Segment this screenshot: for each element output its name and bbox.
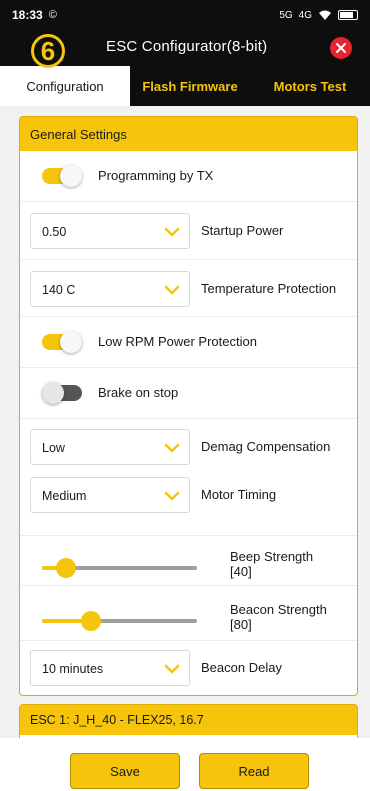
beep-strength-value: [40] [230, 564, 252, 579]
tab-bar: Configuration Flash Firmware Motors Test [0, 66, 370, 106]
brake-on-stop-label: Brake on stop [98, 385, 179, 400]
battery-icon [338, 10, 358, 20]
status-icons: 5G 4G [279, 10, 358, 21]
alarm-icon: © [48, 9, 57, 21]
beacon-strength-slider[interactable] [42, 611, 197, 631]
tab-motors-test[interactable]: Motors Test [250, 66, 370, 106]
demag-compensation-label: Demag Compensation [201, 439, 331, 454]
beacon-delay-select[interactable]: 10 minutes [30, 650, 190, 686]
chevron-down-icon [164, 227, 180, 237]
beacon-strength-label-group: Beacon Strength [80] [230, 602, 327, 632]
temperature-protection-select[interactable]: 140 C [30, 271, 190, 307]
save-button[interactable]: Save [70, 753, 180, 789]
low-rpm-row: Low RPM Power Protection [20, 316, 357, 367]
beacon-strength-label: Beacon Strength [230, 602, 327, 617]
content-area[interactable]: General Settings Programming by TX 0.50 … [0, 106, 370, 738]
demag-compensation-value: Low [42, 441, 65, 455]
motor-timing-label: Motor Timing [201, 487, 277, 502]
temperature-protection-row: 140 C Temperature Protection [20, 259, 357, 316]
status-time: 18:33 [12, 8, 43, 22]
beacon-delay-row: 10 minutes Beacon Delay [20, 640, 357, 695]
motor-timing-select[interactable]: Medium [30, 477, 190, 513]
general-settings-title: General Settings [20, 117, 357, 151]
beep-strength-label: Beep Strength [230, 549, 314, 564]
beacon-delay-value: 10 minutes [42, 662, 104, 676]
programming-by-tx-row: Programming by TX [20, 151, 357, 201]
startup-power-value: 0.50 [42, 225, 67, 239]
bottom-action-bar: Save Read [0, 738, 370, 791]
plug-off-icon [336, 43, 346, 53]
beacon-strength-row: Beacon Strength [80] [20, 585, 357, 640]
wifi-icon [319, 10, 331, 20]
app-title: ESC Configurator(8-bit) [106, 38, 268, 55]
demag-compensation-select[interactable]: Low [30, 429, 190, 465]
general-settings-panel: General Settings Programming by TX 0.50 … [19, 116, 358, 696]
tab-flash-firmware[interactable]: Flash Firmware [130, 66, 250, 106]
beep-strength-row: Beep Strength [40] [20, 535, 357, 585]
brake-on-stop-toggle[interactable] [42, 382, 82, 404]
beep-strength-label-group: Beep Strength [40] [230, 549, 313, 579]
beep-strength-slider[interactable] [42, 558, 197, 578]
low-rpm-toggle[interactable] [42, 331, 82, 353]
title-bar: 6 ESC Configurator(8-bit) [0, 30, 370, 68]
temperature-protection-value: 140 C [42, 283, 76, 297]
chevron-down-icon [164, 664, 180, 674]
beacon-strength-thumb[interactable] [80, 611, 101, 631]
startup-power-label: Startup Power [201, 223, 284, 238]
low-rpm-label: Low RPM Power Protection [98, 334, 257, 349]
network-5g-label: 5G [279, 9, 293, 21]
esc1-title: ESC 1: J_H_40 - FLEX25, 16.7 [20, 705, 357, 735]
programming-by-tx-toggle[interactable] [42, 165, 82, 187]
chevron-down-icon [164, 443, 180, 453]
temperature-protection-label: Temperature Protection [201, 281, 337, 296]
programming-by-tx-label: Programming by TX [98, 168, 214, 183]
brake-on-stop-row: Brake on stop [20, 367, 357, 418]
beacon-strength-value: [80] [230, 617, 252, 632]
chevron-down-icon [164, 285, 180, 295]
status-bar: 18:33 © 5G 4G [0, 0, 370, 30]
esc1-panel: ESC 1: J_H_40 - FLEX25, 16.7 [19, 704, 358, 738]
startup-power-select[interactable]: 0.50 [30, 213, 190, 249]
motor-timing-row: Medium Motor Timing [20, 475, 357, 527]
network-4g-label: 4G [298, 9, 312, 21]
step-badge: 6 [31, 34, 65, 68]
demag-compensation-row: Low Demag Compensation [20, 418, 357, 475]
chevron-down-icon [164, 491, 180, 501]
beep-strength-thumb[interactable] [56, 558, 77, 578]
startup-power-row: 0.50 Startup Power [20, 201, 357, 259]
tab-configuration[interactable]: Configuration [0, 66, 130, 106]
disconnect-button[interactable] [330, 37, 352, 59]
motor-timing-value: Medium [42, 489, 87, 503]
read-button[interactable]: Read [199, 753, 309, 789]
beacon-delay-label: Beacon Delay [201, 660, 282, 675]
